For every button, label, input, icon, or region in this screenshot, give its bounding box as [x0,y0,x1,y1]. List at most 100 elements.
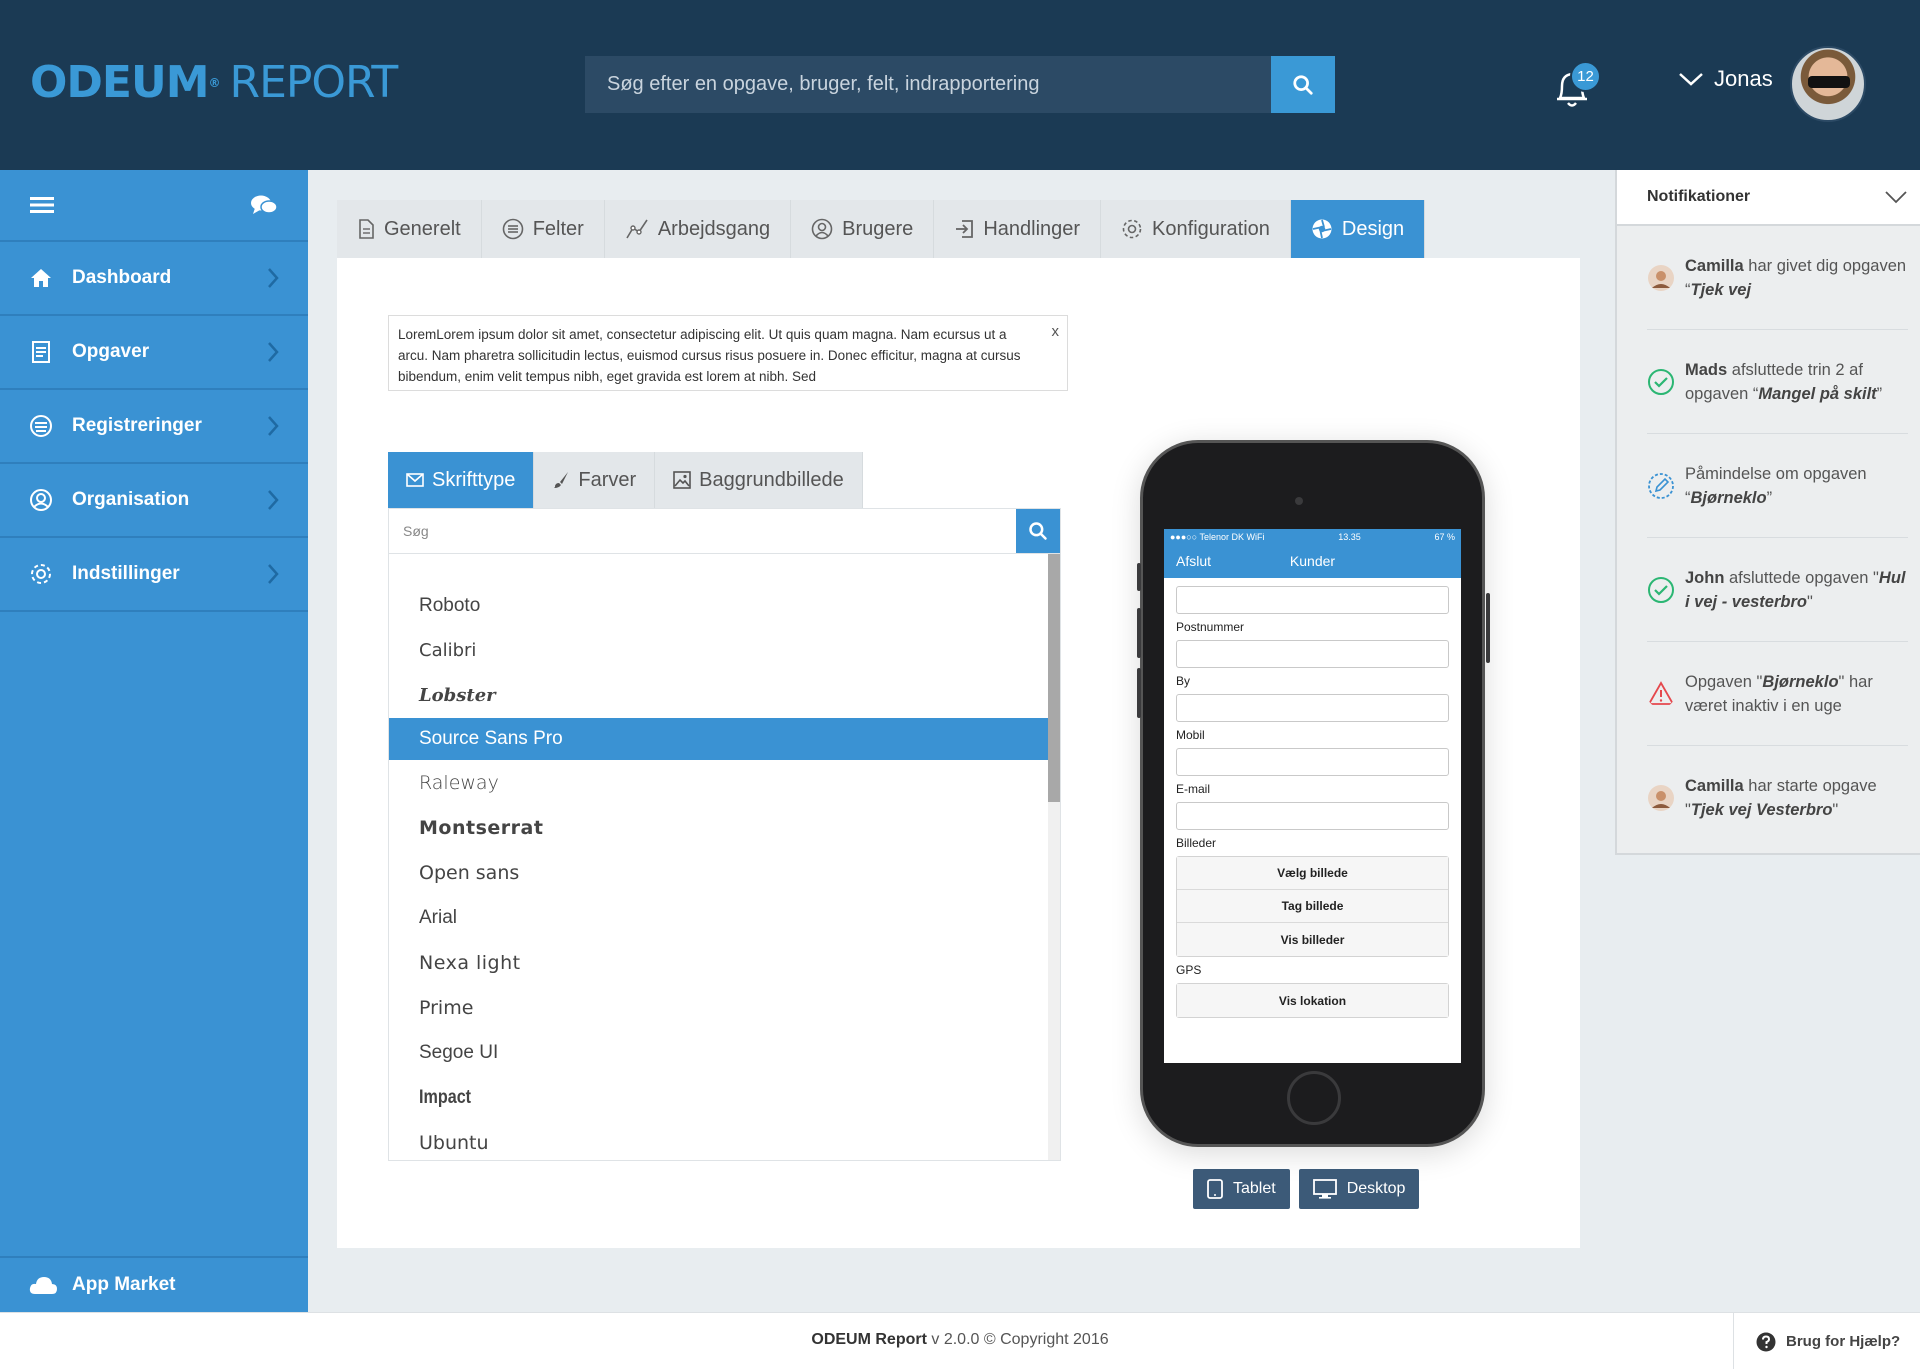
font-option[interactable]: Nexa light [389,940,1048,985]
phone-side-button [1137,563,1141,591]
tab-brugere[interactable]: Brugere [791,200,935,258]
desktop-icon [1312,1179,1337,1199]
tab-generelt[interactable]: Generelt [337,200,482,258]
gear-icon [31,564,51,584]
notification-item[interactable]: Camilla har starte opgave "Tjek vej Vest… [1647,746,1908,850]
tab-label: Handlinger [983,217,1081,240]
sidebar-item-label: Indstillinger [72,563,180,584]
tab-label: Skrifttype [432,468,516,491]
sidebar-item-organisation[interactable]: Organisation [0,464,308,538]
user-menu[interactable]: Jonas [1678,66,1773,92]
logo[interactable]: ODEUM® REPORT [30,58,398,108]
notifications-panel: Notifikationer Camilla har givet dig opg… [1615,170,1920,855]
chevron-down-icon [1679,73,1703,86]
notification-task: Tjek vej Vesterbro [1690,801,1833,819]
email-field[interactable] [1176,802,1449,830]
font-option[interactable]: Roboto [389,583,1048,628]
footer: ODEUM Report v 2.0.0 © Copyright 2016 Br… [0,1312,1920,1369]
phone-preview: ●●●○○ Telenor DK WiFi 13.35 67 % Afslut … [1137,440,1490,1147]
font-list-scrollbar[interactable] [1048,554,1060,1160]
tab-label: Design [1341,217,1405,240]
take-image-button[interactable]: Tag billede [1177,890,1448,923]
user-avatar[interactable] [1790,46,1866,122]
notification-item[interactable]: John afsluttede opgaven "Hul i vej - ves… [1647,538,1908,642]
design-sub-tabs: Skrifttype Farver Baggrundbillede [388,452,863,508]
search-icon [1029,522,1047,540]
tablet-button[interactable]: Tablet [1193,1169,1290,1209]
hamburger-menu-icon[interactable] [30,195,54,215]
notification-item[interactable]: Camilla har givet dig opgaven “Tjek vej [1647,226,1908,330]
font-search-button[interactable] [1016,509,1060,553]
font-option[interactable]: Montserrat [389,805,1048,850]
font-option[interactable]: Raleway [389,760,1048,805]
by-field[interactable] [1176,694,1449,722]
mobil-field[interactable] [1176,748,1449,776]
desktop-button[interactable]: Desktop [1298,1169,1420,1209]
chat-icon[interactable] [250,193,278,217]
back-button[interactable]: Afslut [1176,553,1211,569]
font-option[interactable]: Arial [389,895,1048,940]
sidebar-item-indstillinger[interactable]: Indstillinger [0,538,308,612]
help-link[interactable]: Brug for Hjælp? [1733,1313,1920,1369]
sidebar-item-registreringer[interactable]: Registreringer [0,390,308,464]
notification-item[interactable]: Påmindelse om opgaven “Bjørneklo” [1647,434,1908,538]
tab-label: Arbejdsgang [657,217,771,240]
sidebar-item-opgaver[interactable]: Opgaver [0,316,308,390]
font-option[interactable]: Open sans [389,850,1048,895]
check-circle-icon [1648,576,1674,603]
by-label: By [1176,674,1191,688]
font-search-input[interactable] [389,509,1016,553]
show-images-button[interactable]: Vis billeder [1177,923,1448,956]
sidebar-item-label: Dashboard [72,267,172,288]
sidebar-item-dashboard[interactable]: Dashboard [0,242,308,316]
form-input-field[interactable] [1176,586,1449,614]
image-button-group: Vælg billede Tag billede Vis billeder [1176,856,1449,957]
brush-icon [554,472,569,488]
user-circle-icon [30,489,52,511]
phone-screen: ●●●○○ Telenor DK WiFi 13.35 67 % Afslut … [1164,529,1461,1063]
font-option[interactable]: Segoe UI [389,1030,1048,1075]
tab-design[interactable]: Design [1290,200,1426,258]
sidebar-toolbar [0,170,308,242]
notification-item[interactable]: Mads afsluttede trin 2 af opgaven “Mange… [1647,330,1908,434]
notifications-header[interactable]: Notifikationer [1617,170,1920,226]
tab-handlinger[interactable]: Handlinger [934,200,1102,258]
font-option[interactable]: Impact [394,1075,954,1120]
postnummer-field[interactable] [1176,640,1449,668]
image-icon [673,471,691,489]
list-circle-icon [502,218,524,240]
app-market-link[interactable]: App Market [0,1256,308,1312]
global-search-input[interactable] [585,56,1271,113]
global-search-button[interactable] [1271,56,1335,113]
gear-icon [1122,219,1142,239]
gps-button-group: Vis lokation [1176,983,1449,1018]
scrollbar-thumb[interactable] [1048,554,1060,802]
document-icon [359,219,374,239]
email-label: E-mail [1176,782,1211,796]
notification-item[interactable]: Opgaven "Bjørneklo" har været inaktiv i … [1647,642,1908,746]
tab-label: Felter [532,217,584,240]
tab-arbejdsgang[interactable]: Arbejdsgang [604,200,792,258]
tab-felter[interactable]: Felter [481,200,605,258]
notification-task: Mangel på skilt [1758,384,1877,403]
tab-farver[interactable]: Farver [534,452,656,508]
font-option-selected[interactable]: Source Sans Pro [389,718,1048,760]
tab-baggrundbillede[interactable]: Baggrundbillede [655,452,863,508]
tab-skrifttype[interactable]: Skrifttype [388,452,535,508]
show-location-button[interactable]: Vis lokation [1177,984,1448,1017]
notification-text: Opgaven "Bjørneklo" har været inaktiv i … [1685,670,1908,718]
notifications-title: Notifikationer [1647,188,1751,205]
font-option[interactable]: Lobster [389,673,1048,718]
font-option[interactable]: Calibri [389,628,1048,673]
choose-image-button[interactable]: Vælg billede [1177,857,1448,890]
notification-suffix: ” [1766,488,1773,507]
notification-task: Bjørneklo [1690,488,1767,507]
info-message: LoremLorem ipsum dolor sit amet, consect… [388,315,1068,391]
font-option[interactable]: Ubuntu [389,1120,1048,1165]
envelope-icon [406,473,424,487]
font-option[interactable]: Prime [389,985,1048,1030]
font-search [389,509,1060,554]
avatar-icon [1648,785,1674,811]
close-icon[interactable]: x [1052,321,1060,342]
tab-konfiguration[interactable]: Konfiguration [1101,200,1291,258]
